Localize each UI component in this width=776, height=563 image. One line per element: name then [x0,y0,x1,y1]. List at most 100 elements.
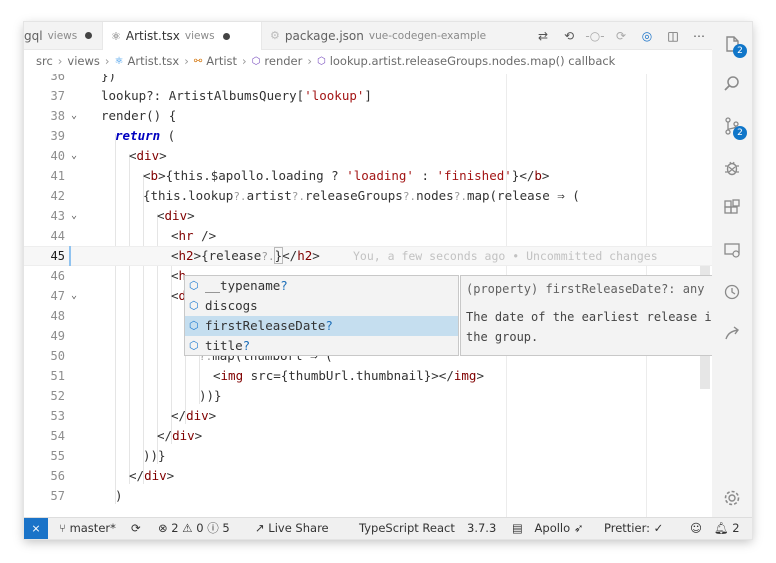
source-control-icon[interactable]: 2 [712,106,752,146]
code-line: 39 return ( [24,126,712,146]
tab-gql[interactable]: gql views [24,22,102,49]
line-number: 44 [50,229,65,243]
suggestion-details: × (property) firstReleaseDate?: any The … [460,275,735,356]
apollo-item[interactable]: ▤ Apollo ➶ [512,518,583,539]
forward-icon[interactable]: ⟳ [608,29,634,43]
react-icon: ⚛ [111,29,121,43]
breadcrumb: src › views › ⚛ Artist.tsx › ⚯ Artist › … [24,50,712,72]
editor-actions: ⇄ ⟲ -○- ⟳ ◎ ◫ ⋯ [530,22,712,49]
code-text: } [273,247,284,264]
code-line: 36 }) [24,74,712,86]
suggestion-label: discogs [205,298,258,313]
search-icon[interactable] [712,64,752,104]
code-text: releaseGroups [304,188,403,203]
live-share-item[interactable]: ↗ Live Share [255,518,329,539]
notifications-item[interactable]: 🔔︎ 2 [714,518,740,539]
sync-icon[interactable]: ⟳ [131,518,141,539]
tab-artist-tsx[interactable]: ⚛ Artist.tsx views [102,22,262,50]
code-line: 56 </div> [24,466,712,486]
breadcrumb-item[interactable]: render [264,54,302,68]
commit-icon[interactable]: -○- [582,29,608,43]
extensions-icon[interactable] [712,188,752,228]
document-icon: ▤ [512,521,523,535]
code-text: ] [364,88,372,103]
code-text: } [511,168,520,183]
suggestion-label: firstReleaseDate [205,318,326,333]
breadcrumb-item[interactable]: src [36,54,53,68]
line-number: 40 [50,149,65,163]
fold-chevron-icon[interactable]: ⌄ [71,106,77,126]
settings-gear-icon[interactable] [712,478,752,518]
suggestion-item[interactable]: ⬡ title? [185,336,458,356]
code-tag: h2 [178,248,194,263]
back-icon[interactable]: ⟲ [556,29,582,43]
split-editor-icon[interactable]: ◫ [660,29,686,43]
code-text: }) [101,74,117,83]
code-text: : [413,168,437,183]
optional-chain: ?. [453,190,467,203]
tab-dir: vue-codegen-example [368,29,487,42]
explorer-icon[interactable]: 2 [712,24,752,64]
breadcrumb-item[interactable]: Artist.tsx [127,54,179,68]
code-line: 52 ))} [24,386,712,406]
tab-package-json[interactable]: ⚙ package.json vue-codegen-example [262,22,512,49]
gitlens-icon[interactable]: ◎ [634,29,660,43]
suggestion-item[interactable]: ⬡ discogs [185,296,458,316]
git-branch-icon: ⑂ [59,521,66,535]
live-share-icon[interactable] [712,314,752,354]
typescript-version[interactable]: 3.7.3 [467,518,496,539]
info-count: 5 [222,521,230,535]
details-documentation: The date of the earliest release in the … [466,310,719,344]
apollo-label: Apollo [534,521,571,535]
tab-dir: views [184,30,215,42]
feedback-smiley-icon[interactable]: ☺ [690,518,702,539]
line-number: 41 [50,169,65,183]
vscode-window: gql views ⚛ Artist.tsx views ⚙ package.j… [24,22,752,539]
suggestion-item[interactable]: ⬡ __typename? [185,276,458,296]
code-tag: img [220,368,244,383]
remote-indicator-icon[interactable]: ⨯ [24,518,48,539]
fold-chevron-icon[interactable]: ⌄ [71,206,77,226]
chevron-right-icon: › [184,54,189,68]
language-mode[interactable]: TypeScript React [359,518,455,539]
timeline-icon[interactable] [712,272,752,312]
error-count: 2 [171,521,179,535]
line-number: 46 [50,269,65,283]
code-text: ))} [143,448,166,463]
code-text: render() { [101,108,177,123]
property-cube-icon: ⬡ [189,299,199,312]
dirty-dot-icon[interactable] [85,32,93,39]
code-line: 53 </div> [24,406,712,426]
line-number: 55 [50,449,65,463]
code-line-current: 45 <h2>{release?.}</h2> You, a few secon… [24,246,712,266]
breadcrumb-item[interactable]: lookup.artist.releaseGroups.nodes.map() … [330,54,616,68]
bell-icon: 🔔︎ [714,521,729,535]
code-line: 43 ⌄ <div> [24,206,712,226]
chevron-right-icon: › [104,54,110,68]
remote-explorer-icon[interactable] [712,230,752,270]
fold-chevron-icon[interactable]: ⌄ [71,286,77,306]
breadcrumb-item[interactable]: views [67,54,99,68]
dirty-dot-icon[interactable] [222,32,230,40]
json-file-icon: ⚙ [270,29,280,42]
line-number: 51 [50,369,65,383]
problems-item[interactable]: ⊗ 2 ⚠ 0 ⓘ 5 [158,518,230,539]
debug-icon[interactable] [712,148,752,188]
code-text: ))} [199,388,222,403]
line-number: 54 [50,429,65,443]
code-line: 51 <img src={thumbUrl.thumbnail}></img> [24,366,712,386]
compare-icon[interactable]: ⇄ [530,29,556,43]
line-number: 36 [50,74,65,83]
code-line: 54 </div> [24,426,712,446]
more-icon[interactable]: ⋯ [686,29,712,43]
line-number: 56 [50,469,65,483]
optional-chain: ?. [291,190,305,203]
branch-item[interactable]: ⑂ master* [59,518,116,539]
code-keyword: return [115,128,161,143]
git-change-marker[interactable] [69,246,71,266]
prettier-status[interactable]: Prettier: ✓ [604,518,663,539]
breadcrumb-item[interactable]: Artist [206,54,237,68]
fold-chevron-icon[interactable]: ⌄ [71,146,77,166]
suggestion-item-selected[interactable]: ⬡ firstReleaseDate? [185,316,458,336]
code-text: {this.lookup [143,188,234,203]
